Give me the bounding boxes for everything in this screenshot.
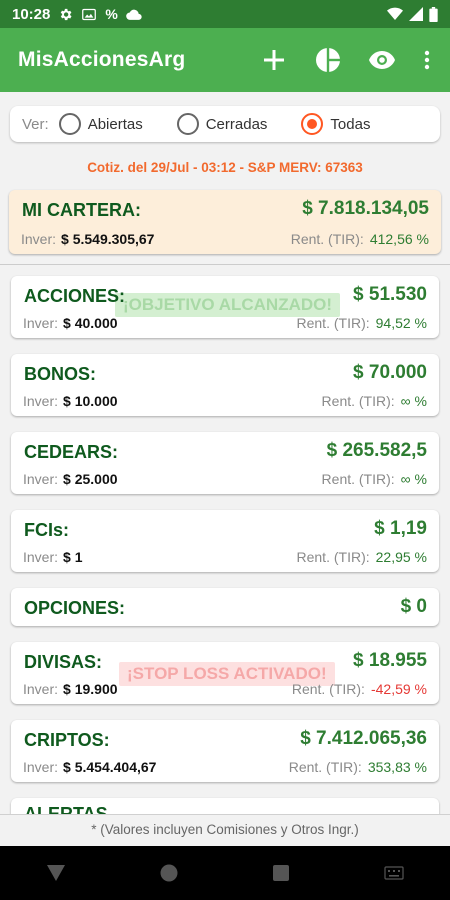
back-triangle-icon — [47, 865, 66, 881]
status-time: 10:28 — [12, 5, 51, 23]
card-value: $ 7.412.065,36 — [300, 728, 427, 749]
card-title: FCIs: — [24, 520, 69, 540]
wifi-icon — [387, 7, 403, 20]
card-title: ALERTAS — [24, 804, 108, 814]
goal-reached-badge: ¡OBJETIVO ALCANZADO! — [115, 293, 341, 317]
card-value: $ 18.955 — [353, 650, 427, 671]
battery-icon — [429, 6, 438, 22]
home-button[interactable] — [149, 853, 189, 893]
image-icon — [82, 8, 97, 20]
inv-value: $ 5.549.305,67 — [61, 231, 155, 247]
card-acciones[interactable]: ¡OBJETIVO ALCANZADO! ACCIONES: $ 51.530 … — [11, 276, 439, 338]
radio-label: Cerradas — [205, 115, 268, 133]
card-alertas[interactable]: ALERTAS — [11, 798, 439, 814]
card-bonos[interactable]: BONOS: $ 70.000 Inver: $ 10.000 Rent. (T… — [11, 354, 439, 416]
card-fcis[interactable]: FCIs: $ 1,19 Inver: $ 1 Rent. (TIR): 22,… — [11, 510, 439, 572]
recents-square-icon — [273, 865, 290, 881]
rent-value: ∞ % — [400, 393, 427, 409]
settings-icon — [61, 8, 72, 20]
rent-label: Rent. (TIR): — [290, 231, 364, 247]
radio-unchecked-icon — [176, 113, 199, 135]
radio-label: Todas — [330, 115, 371, 133]
card-title: DIVISAS: — [24, 652, 103, 672]
card-title: CEDEARS: — [24, 442, 119, 462]
rent-label: Rent. (TIR): — [291, 681, 365, 697]
divider — [0, 264, 450, 265]
card-title: CRIPTOS: — [24, 730, 110, 750]
home-circle-icon — [160, 864, 178, 882]
inv-label: Inver: — [23, 471, 59, 487]
back-button[interactable] — [36, 853, 76, 893]
inv-value: $ 5.454.404,67 — [63, 759, 157, 775]
footer-note: * (Valores incluyen Comisiones y Otros I… — [0, 814, 450, 846]
rent-value: 94,52 % — [375, 315, 427, 331]
card-criptos[interactable]: CRIPTOS: $ 7.412.065,36 Inver: $ 5.454.4… — [11, 720, 439, 782]
inv-label: Inver: — [23, 681, 59, 697]
inv-label: Inver: — [23, 393, 59, 409]
card-value: $ 70.000 — [353, 362, 427, 383]
inv-label: Inver: — [23, 759, 59, 775]
card-value: $ 1,19 — [374, 518, 427, 539]
keyboard-icon — [384, 866, 404, 880]
card-title: BONOS: — [24, 364, 96, 384]
radio-checked-icon — [301, 113, 324, 135]
system-nav-bar — [0, 846, 450, 900]
rent-label: Rent. (TIR): — [296, 315, 370, 331]
inv-value: $ 1 — [63, 549, 83, 565]
card-value: $ 0 — [400, 596, 427, 617]
card-title: OPCIONES: — [24, 598, 126, 618]
card-value: $ 265.582,5 — [326, 440, 427, 461]
card-divisas[interactable]: ¡STOP LOSS ACTIVADO! DIVISAS: $ 18.955 I… — [11, 642, 439, 704]
status-bar: 10:28 % — [0, 0, 450, 28]
radio-todas[interactable]: Todas — [301, 113, 370, 135]
card-title: MI CARTERA: — [22, 200, 141, 220]
rent-label: Rent. (TIR): — [321, 393, 395, 409]
signal-icon — [409, 7, 423, 21]
rent-value: 412,56 % — [369, 231, 429, 247]
radio-unchecked-icon — [58, 113, 81, 135]
keyboard-button[interactable] — [374, 853, 414, 893]
inv-label: Inver: — [23, 315, 59, 331]
recents-button[interactable] — [261, 853, 301, 893]
rent-value: ∞ % — [400, 471, 427, 487]
portfolio-card[interactable]: MI CARTERA: $ 7.818.134,05 Inver: $ 5.54… — [9, 190, 441, 254]
content-area: Ver: Abiertas Cerradas Todas Cotiz. del … — [0, 92, 450, 814]
more-options-button[interactable] — [422, 46, 432, 74]
card-cedears[interactable]: CEDEARS: $ 265.582,5 Inver: $ 25.000 Ren… — [11, 432, 439, 494]
rent-label: Rent. (TIR): — [288, 759, 362, 775]
radio-label: Abiertas — [87, 115, 143, 133]
card-title: ACCIONES: — [24, 286, 126, 306]
rent-value: 353,83 % — [367, 759, 427, 775]
pie-chart-icon — [316, 48, 340, 72]
eye-icon — [369, 51, 395, 69]
card-value: $ 7.818.134,05 — [302, 198, 429, 219]
rent-label: Rent. (TIR): — [296, 549, 370, 565]
add-button[interactable] — [260, 46, 288, 74]
card-value: $ 51.530 — [353, 284, 427, 305]
inv-value: $ 10.000 — [63, 393, 118, 409]
inv-value: $ 19.900 — [63, 681, 118, 697]
inv-label: Inver: — [23, 549, 59, 565]
pie-chart-button[interactable] — [314, 46, 342, 74]
app-bar: MisAccionesArg — [0, 28, 450, 92]
percent-icon: % — [105, 6, 118, 22]
inv-value: $ 40.000 — [63, 315, 118, 331]
filter-label: Ver: — [22, 115, 49, 133]
app-title: MisAccionesArg — [18, 48, 186, 71]
filter-card: Ver: Abiertas Cerradas Todas — [10, 106, 440, 142]
rent-value: 22,95 % — [375, 549, 427, 565]
inv-label: Inver: — [21, 231, 57, 247]
more-vert-icon — [424, 50, 430, 70]
rent-label: Rent. (TIR): — [321, 471, 395, 487]
cloud-icon — [126, 9, 142, 20]
radio-cerradas[interactable]: Cerradas — [176, 113, 268, 135]
visibility-button[interactable] — [368, 46, 396, 74]
inv-value: $ 25.000 — [63, 471, 118, 487]
plus-icon — [264, 50, 284, 70]
card-opciones[interactable]: OPCIONES: $ 0 — [11, 588, 439, 626]
rent-value: -42,59 % — [370, 681, 427, 697]
quote-line: Cotiz. del 29/Jul - 03:12 - S&P MERV: 67… — [87, 160, 363, 175]
radio-abiertas[interactable]: Abiertas — [58, 113, 143, 135]
